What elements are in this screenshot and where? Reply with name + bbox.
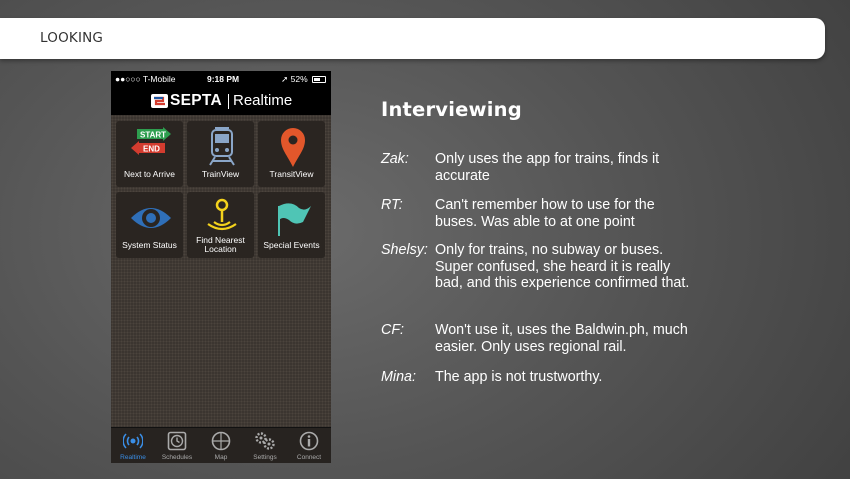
- battery-status: ➚ 52%: [281, 74, 326, 85]
- tab-schedules[interactable]: Schedules: [155, 428, 199, 463]
- tile-grid: START END Next to Arrive TrainView Trans…: [111, 115, 331, 427]
- slide-heading: Interviewing: [381, 98, 522, 121]
- eye-icon: [131, 208, 171, 228]
- location-signal-icon: [207, 198, 237, 231]
- carrier-label: ●●○○○ T-Mobile: [115, 74, 176, 84]
- map-pin-icon: [281, 128, 305, 167]
- speaker-name: RT:: [381, 197, 403, 213]
- tab-bar: Realtime Schedules Map Settings Connect: [111, 427, 331, 463]
- start-end-arrows-icon: START END: [131, 127, 171, 155]
- start-badge: START: [140, 131, 166, 140]
- tab-label: Connect: [296, 454, 322, 461]
- speaker-name: Mina:: [381, 369, 416, 385]
- app-subtitle: Realtime: [233, 92, 293, 109]
- tile-label: Next to Arrive: [123, 169, 176, 179]
- tile-label: TrainView: [201, 169, 240, 179]
- tab-map[interactable]: Map: [199, 428, 243, 463]
- tab-label: Realtime: [120, 454, 146, 461]
- status-bar: ●●○○○ T-Mobile 9:18 PM ➚ 52%: [111, 71, 331, 87]
- speaker-quote: Only for trains, no subway or buses. Sup…: [435, 242, 690, 291]
- speaker-name: CF:: [381, 322, 405, 338]
- battery-icon: [312, 76, 326, 83]
- speaker-name: Shelsy:: [381, 242, 428, 258]
- flag-icon: [278, 203, 311, 236]
- gears-icon: [255, 432, 275, 450]
- battery-percent: 52%: [290, 74, 308, 84]
- broadcast-icon: [123, 433, 143, 449]
- tile-label: System Status: [122, 240, 177, 250]
- tile-system-status[interactable]: System Status: [116, 192, 183, 258]
- compass-icon: [211, 431, 231, 451]
- section-title: LOOKING: [40, 30, 104, 46]
- speaker-quote: The app is not trustworthy.: [435, 369, 603, 385]
- tile-next-to-arrive[interactable]: START END Next to Arrive: [116, 121, 183, 187]
- tab-settings[interactable]: Settings: [243, 428, 287, 463]
- tile-special-events[interactable]: Special Events: [258, 192, 325, 258]
- speaker-quote: Won't use it, uses the Baldwin.ph, much …: [435, 322, 688, 355]
- septa-logo-icon: [151, 94, 168, 108]
- tab-label: Map: [214, 454, 228, 461]
- tab-label: Schedules: [161, 454, 193, 461]
- tile-label: TransitView: [269, 169, 314, 179]
- tile-label: Find Nearest Location: [196, 235, 245, 254]
- clock-icon: [167, 431, 187, 451]
- tile-transitview[interactable]: TransitView: [258, 121, 325, 187]
- tile-find-nearest-location[interactable]: Find Nearest Location: [187, 192, 254, 258]
- app-header: SEPTA Realtime: [111, 87, 331, 115]
- tile-trainview[interactable]: TrainView: [187, 121, 254, 187]
- clock-label: 9:18 PM: [207, 74, 240, 84]
- location-arrow-icon: ➚: [281, 74, 289, 84]
- tab-connect[interactable]: Connect: [287, 428, 331, 463]
- tile-label: Special Events: [263, 240, 320, 250]
- train-icon: [209, 127, 235, 166]
- speaker-name: Zak:: [381, 151, 409, 167]
- phone-screenshot: ●●○○○ T-Mobile 9:18 PM ➚ 52% SEPTA Realt…: [111, 71, 331, 463]
- speaker-quote: Only uses the app for trains, finds it a…: [435, 151, 660, 184]
- tab-realtime[interactable]: Realtime: [111, 428, 155, 463]
- title-bar: LOOKING: [0, 18, 825, 59]
- brand-name: SEPTA: [170, 92, 223, 109]
- info-icon: [299, 431, 319, 451]
- speaker-quote: Can't remember how to use for the buses.…: [435, 197, 655, 230]
- end-badge: END: [143, 145, 160, 154]
- header-divider: [228, 94, 229, 109]
- tab-label: Settings: [253, 454, 277, 461]
